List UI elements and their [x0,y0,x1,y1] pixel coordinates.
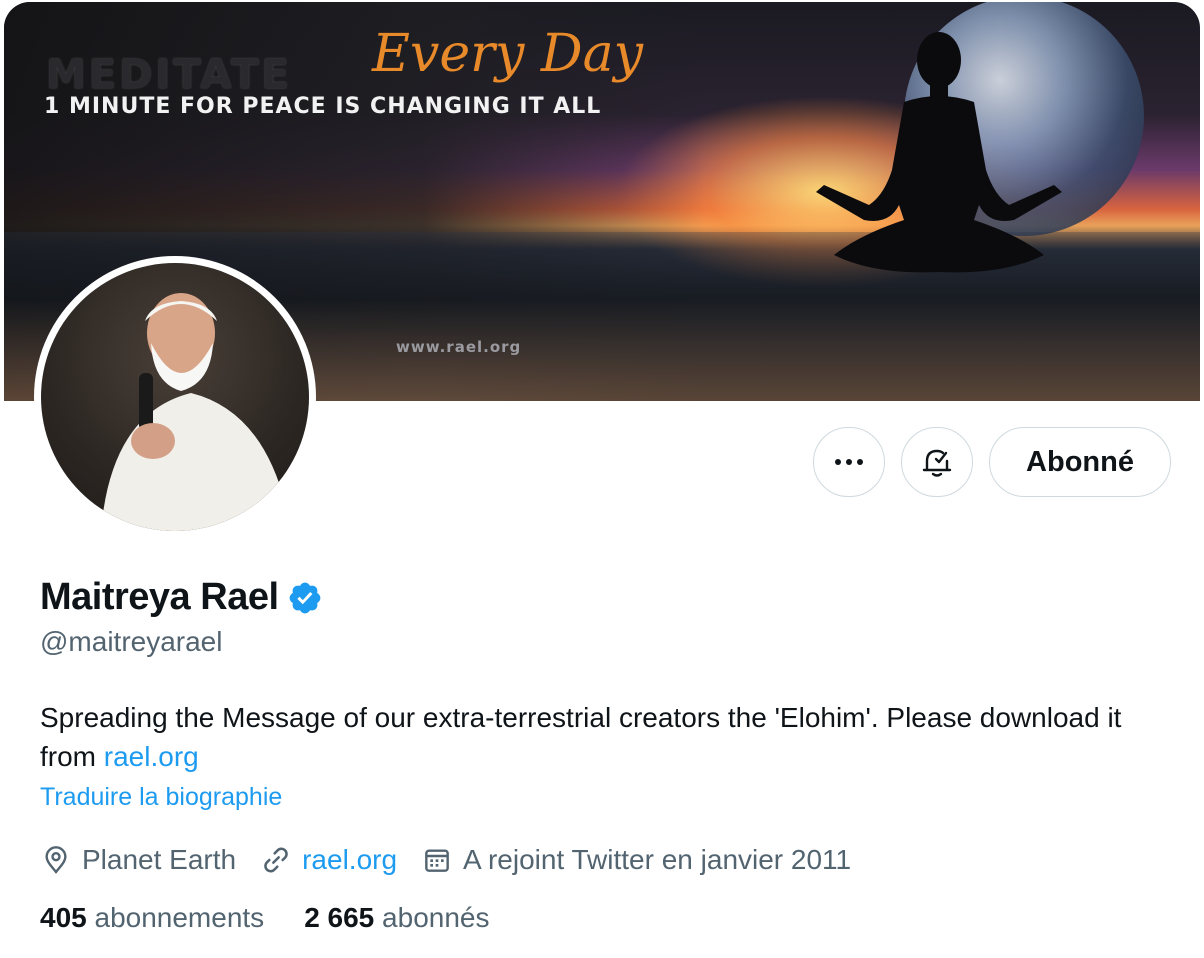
following-stat[interactable]: 405 abonnements [40,902,264,932]
location-pin-icon [45,846,67,874]
bio-link[interactable]: rael.org [104,741,199,772]
banner-watermark-url: www.rael.org [396,338,522,356]
avatar-portrait [101,293,291,531]
followers-label: abonnés [382,902,490,932]
more-options-button[interactable] [813,427,885,497]
meditating-figure-silhouette [816,32,1062,273]
followers-stat[interactable]: 2 665 abonnés [304,902,489,932]
banner-script-text: Every Day [372,24,643,84]
more-icon [835,459,863,465]
bio: Spreading the Message of our extra-terre… [40,698,1160,776]
banner-tagline: 1 MINUTE FOR PEACE IS CHANGING IT ALL [44,94,602,119]
translate-bio-link[interactable]: Traduire la biographie [40,783,282,812]
avatar-photo [41,263,309,531]
verified-badge-icon [289,582,320,613]
website-item: rael.org [260,844,397,876]
banner-headline: MEDITATE [46,52,292,98]
joined-item: A rejoint Twitter en janvier 2011 [421,844,851,876]
display-name: Maitreya Rael [40,576,279,618]
bell-check-icon [922,449,952,477]
following-label: abonnements [94,902,265,932]
follow-stats: 405 abonnements 2 665 abonnés [40,902,529,932]
notifications-button[interactable] [901,427,973,497]
handle: @maitreyarael [40,626,223,657]
avatar[interactable] [34,256,316,538]
joined-text: A rejoint Twitter en janvier 2011 [463,844,852,875]
display-name-row: Maitreya Rael [40,576,323,619]
website-link[interactable]: rael.org [302,844,397,876]
following-button[interactable]: Abonné [989,427,1171,497]
bio-text: Spreading the Message of our extra-terre… [40,702,1122,772]
location-item: Planet Earth [40,844,236,876]
following-count: 405 [40,902,87,932]
calendar-icon [425,849,449,872]
location-text: Planet Earth [82,844,237,875]
profile-meta: Planet Earth rael.org A rejoint Twitter … [40,840,875,880]
followers-count: 2 665 [304,902,375,932]
link-icon [264,847,288,873]
